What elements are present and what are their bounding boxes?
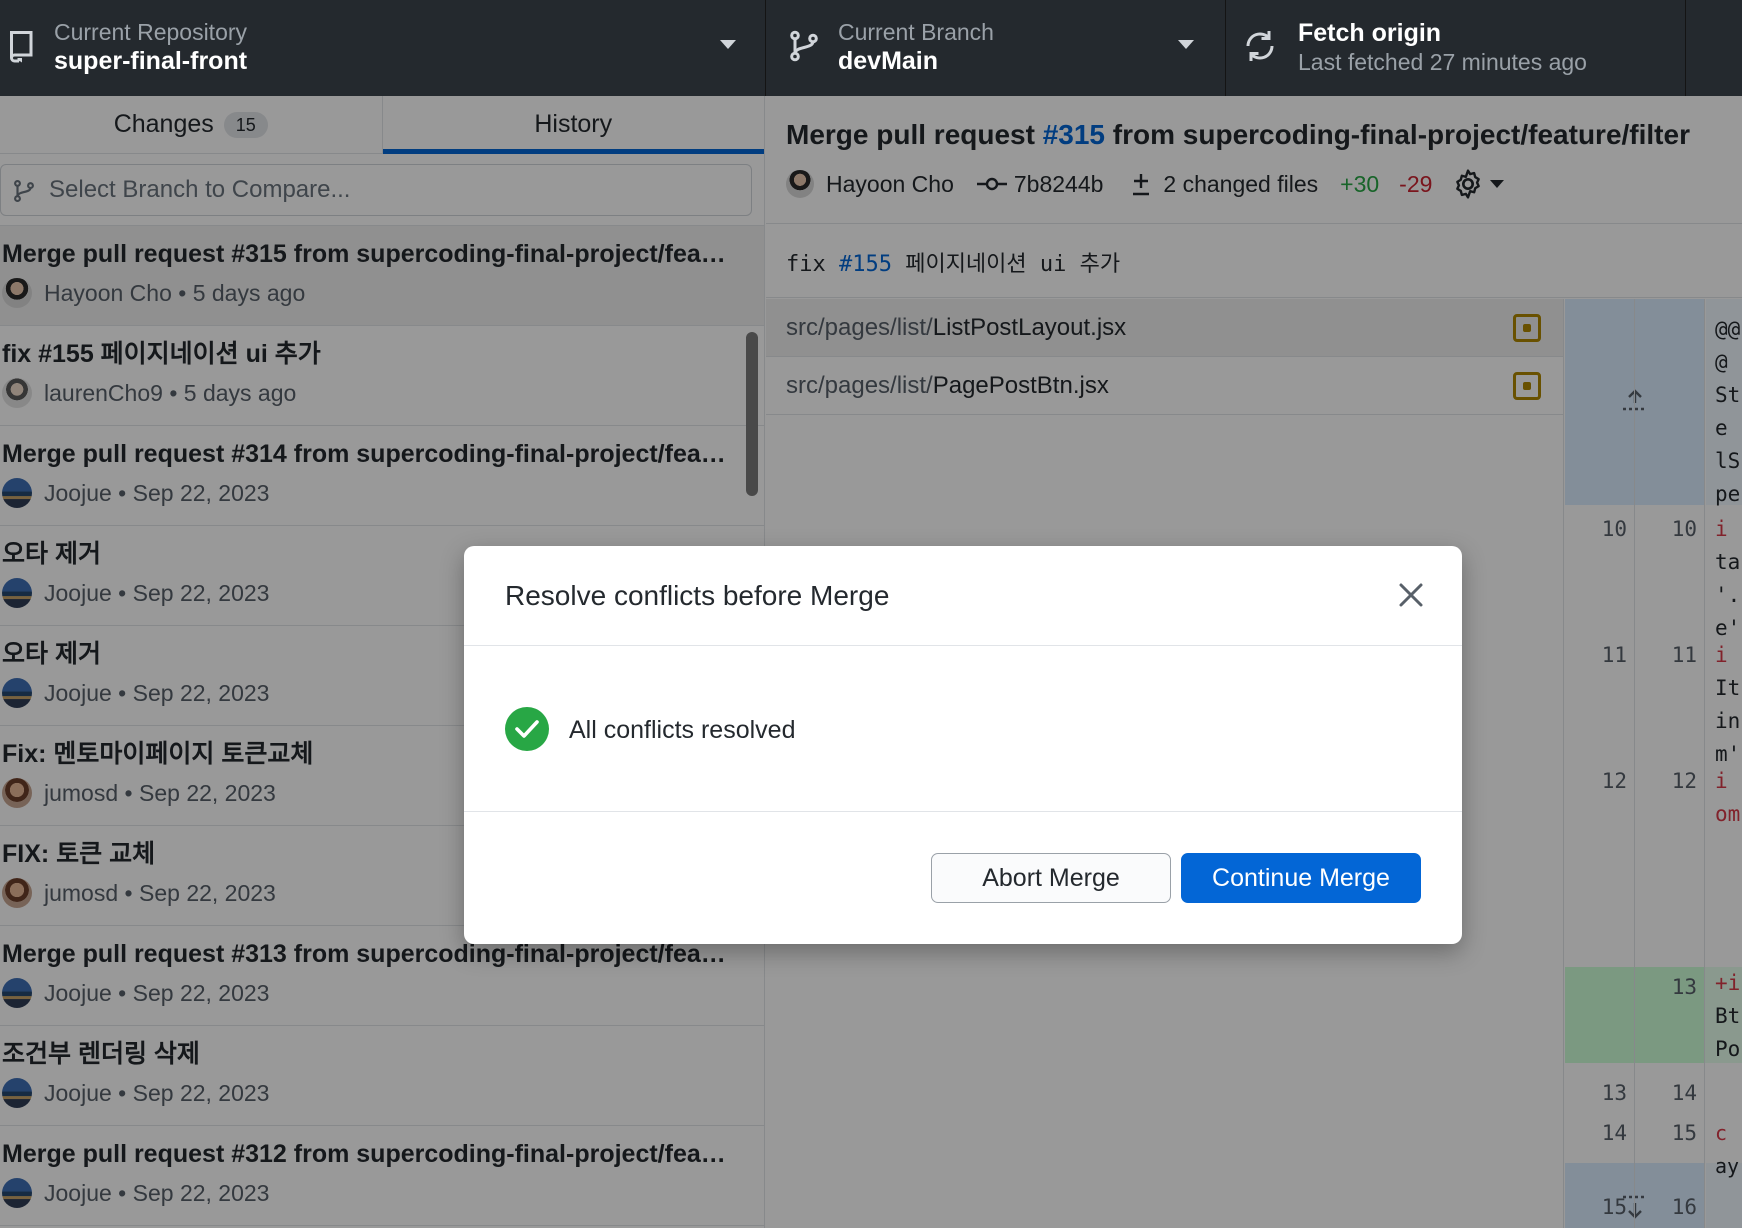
- repository-picker[interactable]: Current Repository super-final-front: [0, 0, 766, 96]
- dialog-title: Resolve conflicts before Merge: [505, 580, 890, 611]
- repository-name: super-final-front: [54, 47, 248, 75]
- branch-icon: [790, 30, 818, 62]
- repository-label: Current Repository: [54, 19, 248, 45]
- conflicts-status-message: All conflicts resolved: [569, 716, 796, 744]
- fetch-origin-button[interactable]: Fetch origin Last fetched 27 minutes ago: [1226, 0, 1686, 96]
- dialog-header: Resolve conflicts before Merge: [464, 546, 1462, 646]
- check-circle-icon: [505, 707, 549, 751]
- chevron-down-icon: [720, 40, 736, 49]
- dialog-footer: Abort Merge Continue Merge: [464, 812, 1462, 944]
- repo-icon: [10, 31, 33, 63]
- close-icon[interactable]: [1396, 580, 1426, 610]
- chevron-down-icon: [1178, 40, 1194, 49]
- app-toolbar: Current Repository super-final-front Cur…: [0, 0, 1742, 96]
- last-fetched-text: Last fetched 27 minutes ago: [1298, 49, 1587, 75]
- branch-picker[interactable]: Current Branch devMain: [766, 0, 1226, 96]
- dialog-body: All conflicts resolved: [464, 646, 1462, 812]
- branch-name: devMain: [838, 47, 939, 75]
- continue-merge-button[interactable]: Continue Merge: [1181, 853, 1421, 903]
- fetch-origin-label: Fetch origin: [1298, 19, 1442, 47]
- merge-conflicts-dialog: Resolve conflicts before Merge All confl…: [464, 546, 1462, 944]
- branch-label: Current Branch: [838, 19, 994, 45]
- abort-merge-button[interactable]: Abort Merge: [931, 853, 1171, 903]
- sync-icon: [1246, 31, 1274, 61]
